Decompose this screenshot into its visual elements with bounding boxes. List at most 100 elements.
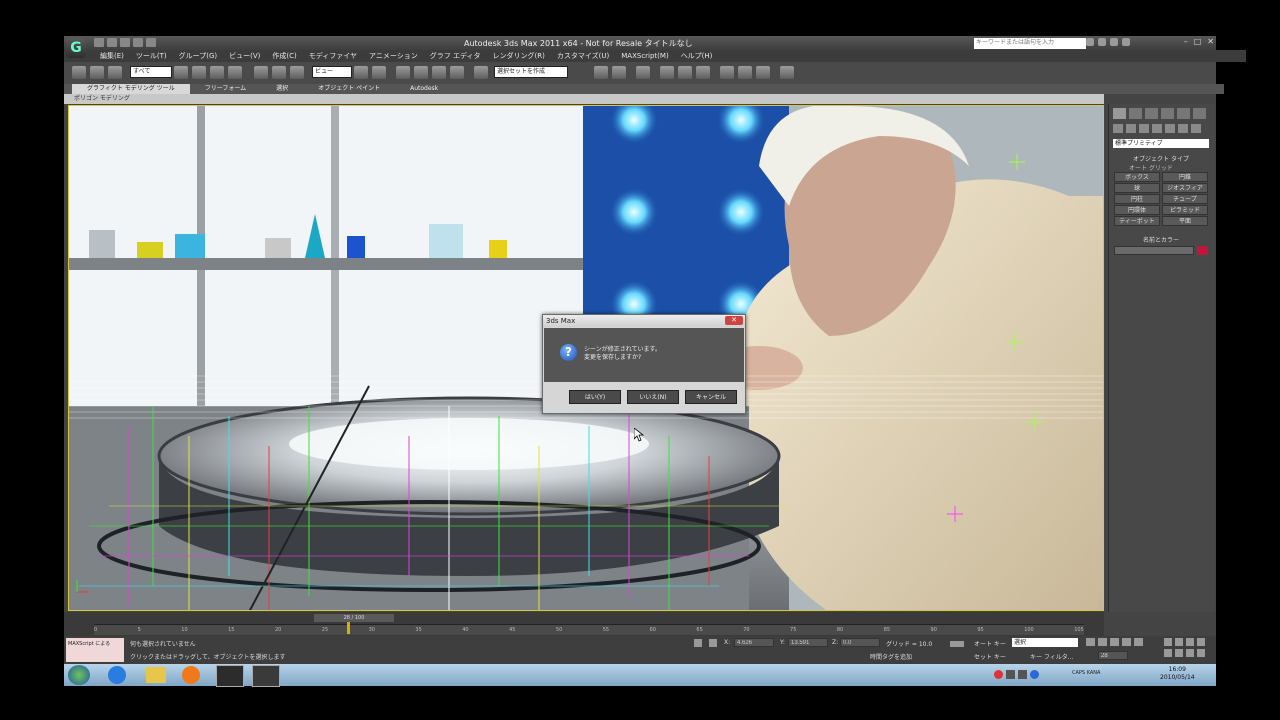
ribbon-subpanel[interactable]: ポリゴン モデリング bbox=[64, 94, 1104, 104]
scale-icon[interactable] bbox=[290, 66, 304, 79]
bind-space-warp-icon[interactable] bbox=[108, 66, 122, 79]
pyramid-button[interactable]: ピラミッド bbox=[1162, 205, 1208, 215]
previous-frame-icon[interactable] bbox=[1098, 638, 1107, 646]
zoom-extents-icon[interactable] bbox=[1186, 638, 1194, 646]
star-icon[interactable] bbox=[1110, 38, 1118, 46]
close-icon[interactable]: ✕ bbox=[1207, 37, 1214, 46]
z-coordinate-field[interactable] bbox=[840, 638, 880, 647]
geosphere-button[interactable]: ジオスフィア bbox=[1162, 183, 1208, 193]
percent-snap-icon[interactable] bbox=[432, 66, 446, 79]
box-button[interactable]: ボックス bbox=[1114, 172, 1160, 182]
menu-maxscript[interactable]: MAXScript(M) bbox=[615, 50, 674, 62]
menu-help[interactable]: ヘルプ(H) bbox=[675, 50, 719, 62]
start-button-icon[interactable] bbox=[68, 665, 90, 685]
zoom-icon[interactable] bbox=[1164, 638, 1172, 646]
create-tab-icon[interactable] bbox=[1113, 108, 1126, 119]
systems-icon[interactable] bbox=[1191, 124, 1201, 133]
menu-rendering[interactable]: レンダリング(R) bbox=[487, 50, 551, 62]
open-icon[interactable] bbox=[107, 38, 117, 47]
explorer-icon[interactable] bbox=[146, 667, 166, 683]
object-type-rollout-title[interactable]: オブジェクト タイプ bbox=[1113, 154, 1209, 163]
minimize-icon[interactable]: – bbox=[1184, 37, 1188, 46]
tab-object-paint[interactable]: オブジェクト ペイント bbox=[303, 84, 395, 94]
tab-autodesk[interactable]: Autodesk bbox=[395, 84, 453, 94]
no-button[interactable]: いいえ(N) bbox=[627, 390, 679, 404]
maxscript-listener[interactable]: MAXScript による bbox=[66, 638, 124, 662]
lock-icon[interactable] bbox=[694, 639, 702, 647]
search-input[interactable] bbox=[974, 38, 1086, 49]
named-selection-dropdown[interactable]: 選択セットを作成 bbox=[494, 66, 568, 78]
key-selection-dropdown[interactable]: 選択 bbox=[1012, 638, 1078, 647]
window-crossing-icon[interactable] bbox=[228, 66, 242, 79]
name-color-rollout-title[interactable]: 名前とカラー bbox=[1113, 235, 1209, 244]
pivot-icon[interactable] bbox=[354, 66, 368, 79]
unlink-icon[interactable] bbox=[90, 66, 104, 79]
teapot-button[interactable]: ティーポット bbox=[1114, 216, 1160, 226]
rotate-icon[interactable] bbox=[272, 66, 286, 79]
select-object-icon[interactable] bbox=[174, 66, 188, 79]
mirror-icon[interactable] bbox=[594, 66, 608, 79]
tab-graphite-modeling[interactable]: グラフィクト モデリング ツール bbox=[72, 84, 190, 94]
tray-icon[interactable] bbox=[1018, 670, 1027, 679]
tab-freeform[interactable]: フリーフォーム bbox=[190, 84, 261, 94]
move-icon[interactable] bbox=[254, 66, 268, 79]
go-to-end-icon[interactable] bbox=[1134, 638, 1143, 646]
orbit-icon[interactable] bbox=[1175, 649, 1183, 657]
angle-snap-icon[interactable] bbox=[414, 66, 428, 79]
communication-icon[interactable] bbox=[1098, 38, 1106, 46]
torus-button[interactable]: 円環体 bbox=[1114, 205, 1160, 215]
hierarchy-tab-icon[interactable] bbox=[1145, 108, 1158, 119]
selection-region-icon[interactable] bbox=[210, 66, 224, 79]
manipulate-icon[interactable] bbox=[372, 66, 386, 79]
reference-coord-dropdown[interactable]: ビュー bbox=[312, 66, 352, 78]
tray-icon[interactable] bbox=[1006, 670, 1015, 679]
menu-views[interactable]: ビュー(V) bbox=[223, 50, 266, 62]
helpers-icon[interactable] bbox=[1165, 124, 1175, 133]
menu-group[interactable]: グループ(G) bbox=[173, 50, 223, 62]
3dsmax-taskbar-icon[interactable] bbox=[252, 665, 280, 687]
media-player-icon[interactable] bbox=[182, 666, 200, 684]
help-tray-icon[interactable] bbox=[1030, 670, 1039, 679]
go-to-start-icon[interactable] bbox=[1086, 638, 1095, 646]
select-by-name-icon[interactable] bbox=[192, 66, 206, 79]
space-warps-icon[interactable] bbox=[1178, 124, 1188, 133]
x-coordinate-field[interactable] bbox=[734, 638, 774, 647]
walkthrough-icon[interactable] bbox=[1197, 649, 1205, 657]
set-key-label[interactable]: セット キー bbox=[974, 652, 1006, 661]
redo-icon[interactable] bbox=[146, 38, 156, 47]
curve-editor-icon[interactable] bbox=[660, 66, 674, 79]
material-editor-icon[interactable] bbox=[696, 66, 710, 79]
help-icon[interactable] bbox=[1122, 38, 1130, 46]
tray-icon[interactable] bbox=[994, 670, 1003, 679]
new-icon[interactable] bbox=[94, 38, 104, 47]
sphere-button[interactable]: 球 bbox=[1114, 183, 1160, 193]
plane-button[interactable]: 平面 bbox=[1162, 216, 1208, 226]
render-setup-icon[interactable] bbox=[720, 66, 734, 79]
cancel-button[interactable]: キャンセル bbox=[685, 390, 737, 404]
selection-filter-dropdown[interactable]: すべて bbox=[130, 66, 172, 78]
ime-indicator[interactable]: CAPS KANA bbox=[1072, 670, 1100, 676]
pan-icon[interactable] bbox=[1164, 649, 1172, 657]
motion-tab-icon[interactable] bbox=[1161, 108, 1174, 119]
shapes-icon[interactable] bbox=[1126, 124, 1136, 133]
internet-explorer-icon[interactable] bbox=[108, 666, 126, 684]
auto-key-label[interactable]: オート キー bbox=[974, 639, 1006, 648]
link-icon[interactable] bbox=[72, 66, 86, 79]
menu-animation[interactable]: アニメーション bbox=[363, 50, 424, 62]
teapot-render-icon[interactable] bbox=[780, 66, 794, 79]
primitive-category-dropdown[interactable]: 標準プリミティブ bbox=[1113, 139, 1209, 148]
render-production-icon[interactable] bbox=[756, 66, 770, 79]
add-time-tag[interactable]: 時間タグを追加 bbox=[870, 652, 912, 661]
taskbar-app-icon[interactable] bbox=[216, 665, 244, 687]
modify-tab-icon[interactable] bbox=[1129, 108, 1142, 119]
spinner-snap-icon[interactable] bbox=[450, 66, 464, 79]
tab-selection[interactable]: 選択 bbox=[261, 84, 303, 94]
autogrid-checkbox[interactable]: オート グリッド bbox=[1129, 163, 1173, 172]
layer-manager-icon[interactable] bbox=[636, 66, 650, 79]
schematic-view-icon[interactable] bbox=[678, 66, 692, 79]
menu-customize[interactable]: カスタマイズ(U) bbox=[551, 50, 615, 62]
field-of-view-icon[interactable] bbox=[1197, 638, 1205, 646]
key-filters-button[interactable]: キー フィルタ... bbox=[1030, 652, 1074, 661]
play-icon[interactable] bbox=[1110, 638, 1119, 646]
transform-mode-icon[interactable] bbox=[709, 639, 717, 647]
